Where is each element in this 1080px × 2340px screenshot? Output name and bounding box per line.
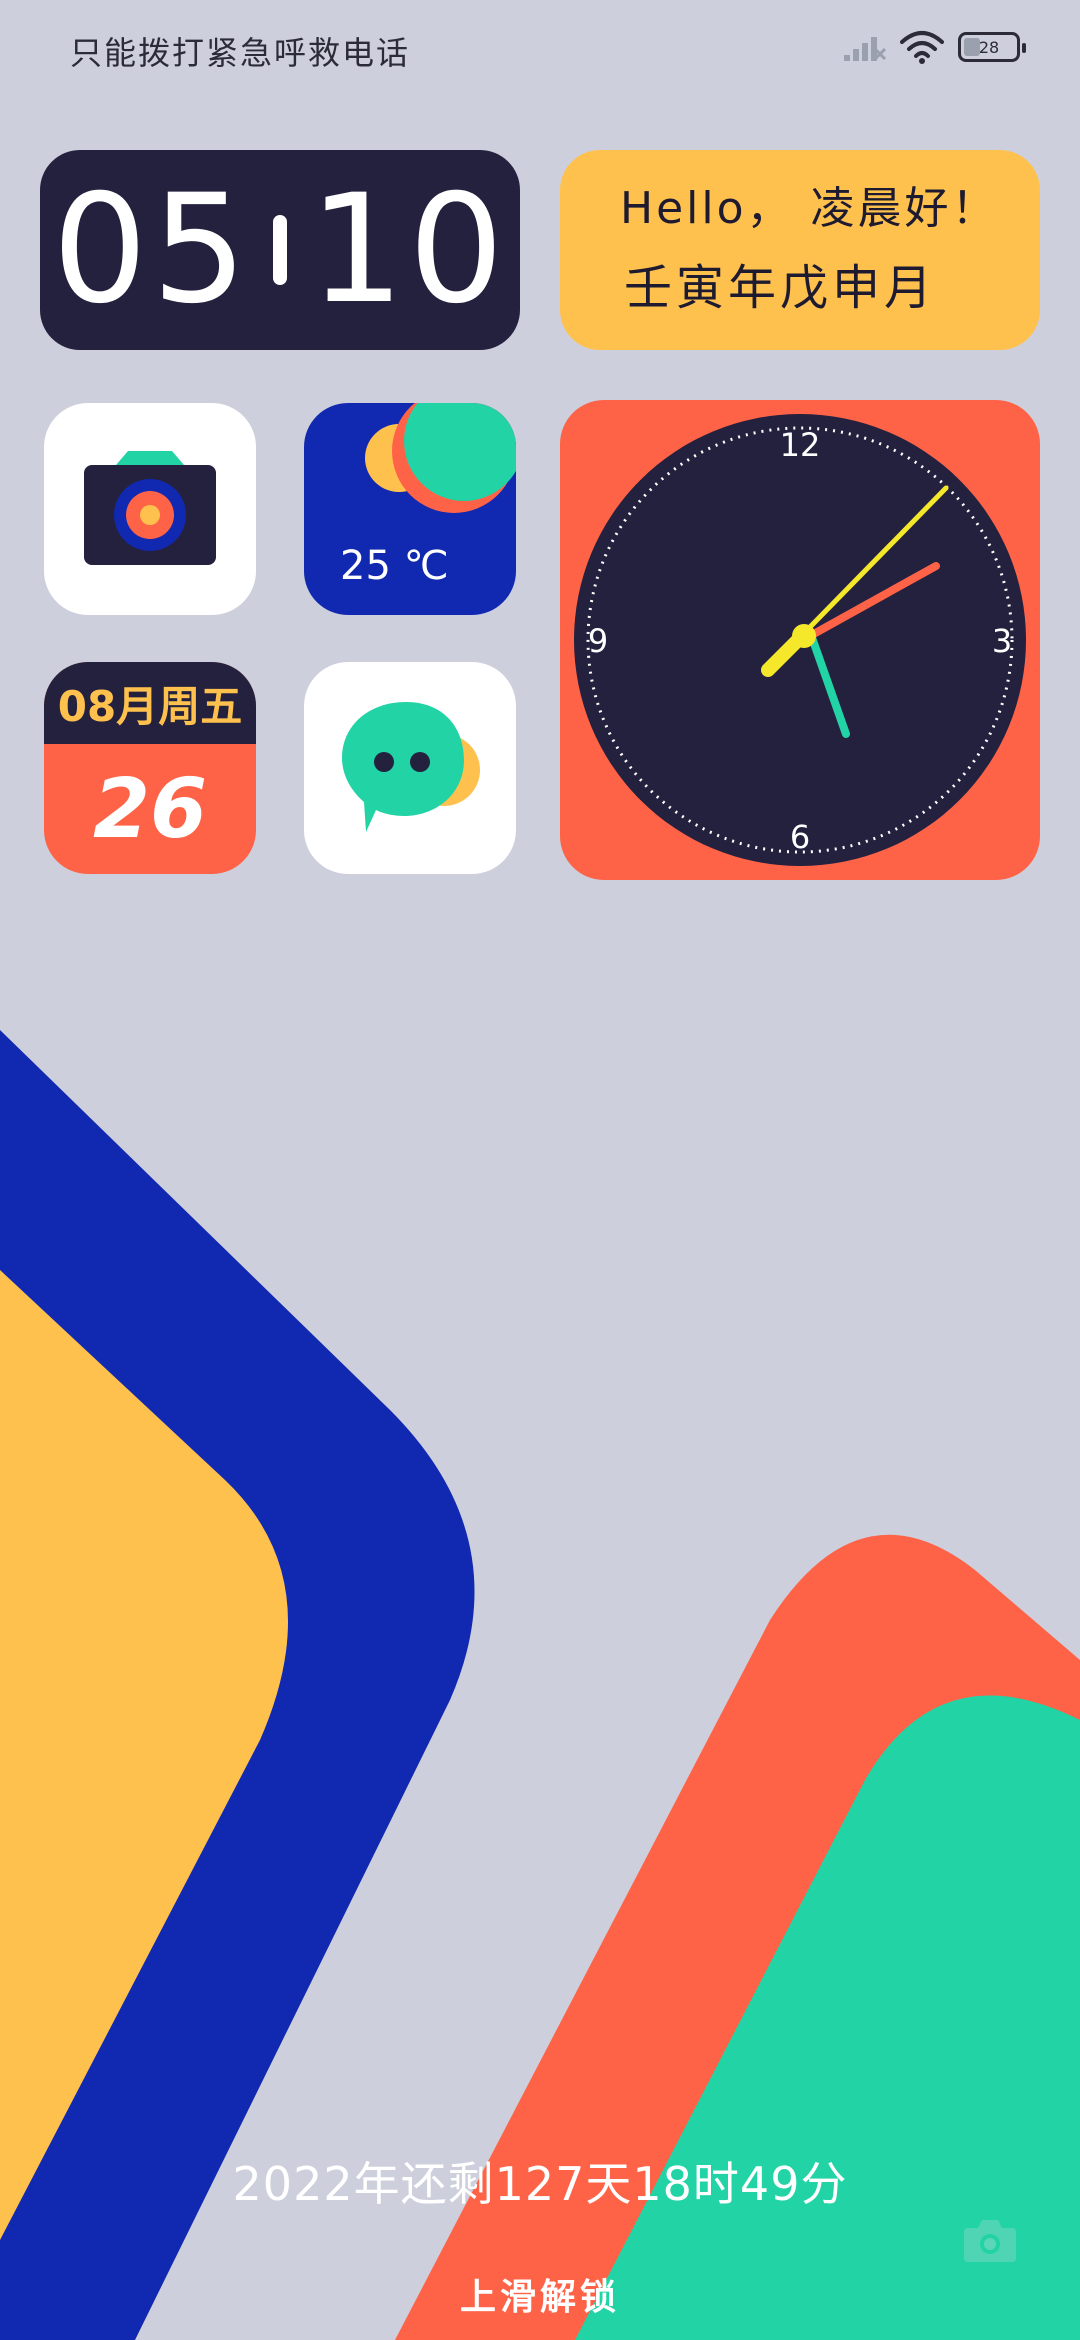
analog-clock-face: 12 3 6 9 [574, 414, 1026, 866]
greeting-widget[interactable]: Hello， 凌晨好！ 壬寅年戊申月 [560, 150, 1040, 350]
clock-label-3: 3 [992, 622, 1012, 660]
messages-app-icon[interactable] [304, 662, 516, 874]
wallpaper [0, 1030, 1080, 2340]
greeting-text: Hello， 凌晨好！ [620, 183, 999, 234]
signal-no-service-icon [844, 37, 886, 61]
wifi-icon [900, 31, 944, 64]
calendar-app-icon[interactable]: 08月周五 26 [44, 662, 256, 874]
year-countdown-text: 2022年还剩127天18时49分 [232, 2157, 848, 2211]
lunar-date-text: 壬寅年戊申月 [624, 260, 937, 316]
battery-level: 28 [978, 37, 1000, 57]
clock-label-9: 9 [588, 622, 608, 660]
clock-separator [273, 215, 287, 285]
assistant-icon[interactable] [70, 2210, 130, 2270]
calendar-day: 26 [92, 761, 208, 857]
carrier-status-text: 只能拨打紧急呼救电话 [70, 34, 411, 72]
clock-hours: 05 [52, 163, 251, 337]
status-bar: 只能拨打紧急呼救电话 28 [0, 0, 1080, 100]
camera-app-icon[interactable] [44, 403, 256, 615]
battery-icon: 28 [958, 32, 1026, 62]
digital-clock-time: 05 10 [52, 163, 508, 337]
swipe-up-unlock-hint[interactable]: 上滑解锁 [0, 2268, 1080, 2320]
digital-clock-widget[interactable]: 05 10 [40, 150, 520, 350]
clock-label-12: 12 [780, 426, 821, 464]
clock-label-6: 6 [790, 818, 810, 856]
analog-clock-widget[interactable]: 12 3 6 9 [560, 400, 1040, 880]
camera-shortcut-icon[interactable] [960, 2210, 1020, 2270]
camera-icon [84, 451, 216, 565]
calendar-header: 08月周五 [44, 662, 256, 744]
status-icons: 28 [842, 30, 1026, 64]
clock-minutes: 10 [309, 163, 508, 337]
weather-temperature: 25 ℃ [340, 543, 449, 589]
weather-app-icon[interactable]: 25 ℃ [304, 403, 516, 615]
chat-bubble-icon [342, 702, 480, 832]
battery-fill [964, 38, 980, 56]
